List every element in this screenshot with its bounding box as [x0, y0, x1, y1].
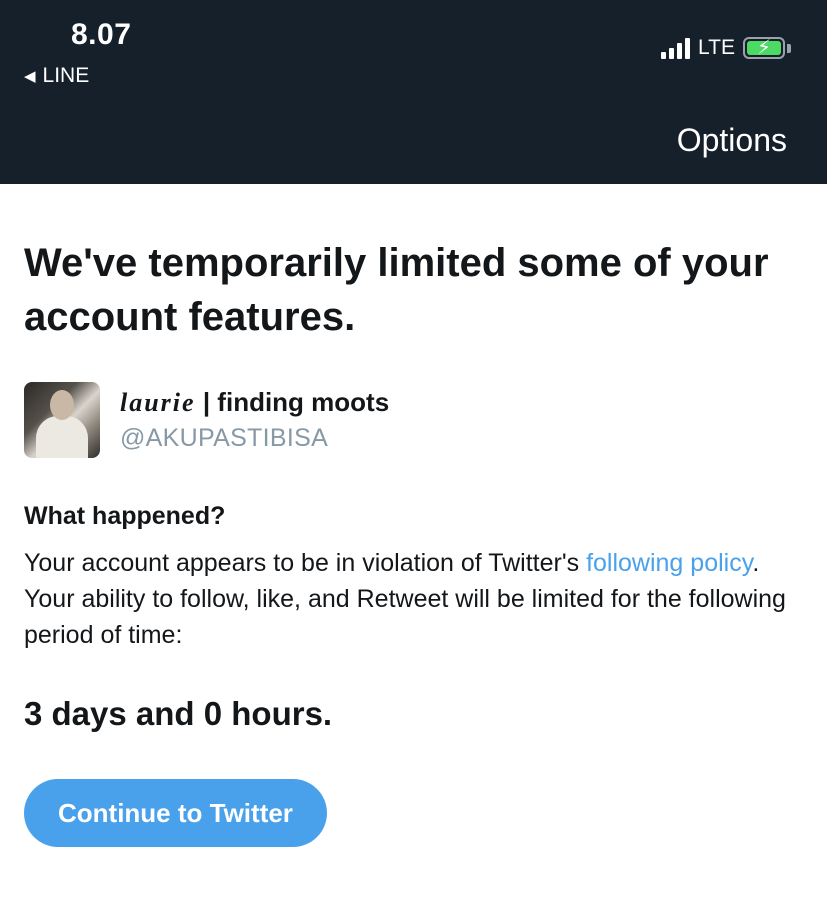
status-indicators: LTE ⚡: [661, 36, 791, 60]
network-label: LTE: [698, 36, 735, 59]
description-part-1: Your account appears to be in violation …: [24, 549, 587, 577]
user-handle: @AKUPASTIBISA: [120, 424, 329, 452]
top-bar: 8.07 ◀ LINE LTE ⚡ Options: [0, 0, 827, 184]
display-name-styled: laurie: [120, 388, 196, 417]
display-name: laurie | finding moots: [120, 387, 389, 418]
charging-bolt-icon: ⚡: [756, 37, 772, 59]
section-title: What happened?: [24, 502, 226, 530]
following-policy-link[interactable]: following policy: [586, 549, 752, 577]
user-card: laurie | finding moots @AKUPASTIBISA: [24, 382, 803, 458]
limit-duration: 3 days and 0 hours.: [24, 695, 333, 732]
options-button[interactable]: Options: [677, 122, 787, 159]
display-name-rest: | finding moots: [202, 387, 390, 417]
status-time: 8.07: [71, 18, 132, 51]
continue-to-twitter-button[interactable]: Continue to Twitter: [24, 779, 327, 847]
back-app-label: LINE: [42, 64, 90, 87]
page-title: We've temporarily limited some of your a…: [24, 241, 769, 339]
battery-icon: ⚡: [743, 37, 785, 59]
signal-icon: [661, 37, 691, 59]
back-triangle-icon: ◀: [24, 68, 36, 85]
violation-description: Your account appears to be in violation …: [24, 545, 803, 653]
back-to-app-button[interactable]: ◀ LINE: [24, 64, 89, 88]
battery-tip: [787, 43, 791, 53]
main-content: We've temporarily limited some of your a…: [0, 184, 827, 847]
avatar: [24, 382, 100, 458]
